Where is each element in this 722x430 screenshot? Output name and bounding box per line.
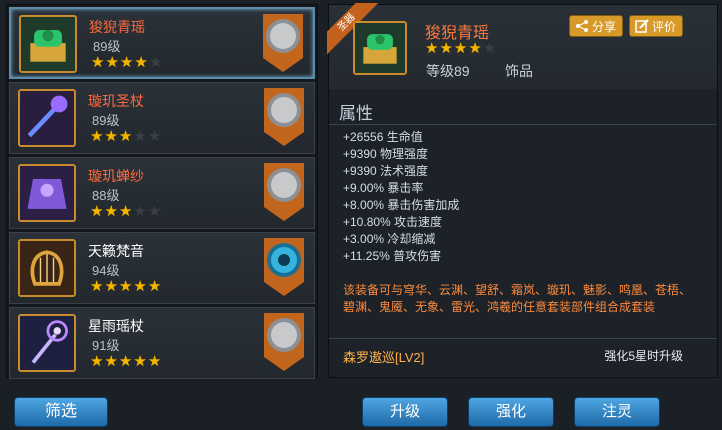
star-rating: ★★★★★ bbox=[425, 40, 497, 58]
list-item[interactable]: 天籁梵音 94级 ★★★★★ bbox=[9, 232, 315, 304]
hero-portrait-badge bbox=[261, 12, 305, 74]
review-button[interactable]: 评价 bbox=[629, 15, 683, 37]
set-upgrade-condition: 强化5星时升级 bbox=[604, 349, 683, 363]
staff-icon bbox=[18, 89, 76, 147]
star-filled-icon: ★ bbox=[104, 278, 118, 295]
equipment-detail-panel: 圣器 狻猊青瑶 ★★★★★ 等级89 饰品 分享 评价 属性 +26556 生命… bbox=[327, 3, 718, 378]
enhance-button[interactable]: 强化 bbox=[468, 397, 554, 427]
attribute-line: +9.00% 暴击率 bbox=[343, 181, 424, 195]
item-name: 星雨瑶杖 bbox=[88, 318, 144, 334]
star-filled-icon: ★ bbox=[468, 40, 482, 57]
star-empty-icon: ★ bbox=[133, 203, 147, 220]
star-rating: ★★★★★ bbox=[91, 54, 163, 71]
filter-button[interactable]: 筛选 bbox=[14, 397, 108, 427]
star-filled-icon: ★ bbox=[453, 40, 468, 57]
attribute-line: +8.00% 暴击伤害加成 bbox=[343, 198, 460, 212]
star-filled-icon: ★ bbox=[104, 203, 118, 220]
detail-header: 圣器 狻猊青瑶 ★★★★★ 等级89 饰品 分享 评价 bbox=[327, 3, 717, 89]
jade-box-icon bbox=[353, 21, 407, 75]
star-filled-icon: ★ bbox=[147, 278, 162, 295]
star-filled-icon: ★ bbox=[90, 128, 104, 145]
star-filled-icon: ★ bbox=[439, 40, 453, 57]
star-filled-icon: ★ bbox=[105, 54, 119, 71]
hero-portrait-badge bbox=[262, 86, 306, 148]
star-filled-icon: ★ bbox=[147, 353, 162, 370]
star-filled-icon: ★ bbox=[90, 203, 104, 220]
star-rating: ★★★★★ bbox=[90, 128, 162, 145]
set-bonus-row: 森罗遨巡[LV2] 强化5星时升级 bbox=[329, 338, 717, 369]
share-icon bbox=[576, 20, 588, 32]
star-rating: ★★★★★ bbox=[90, 278, 162, 295]
star-filled-icon: ★ bbox=[104, 128, 118, 145]
star-empty-icon: ★ bbox=[133, 128, 147, 145]
attributes-title: 属性 bbox=[339, 104, 373, 123]
silk-robe-icon bbox=[18, 164, 76, 222]
set-name: 森罗遨巡[LV2] bbox=[343, 350, 425, 365]
star-rating: ★★★★★ bbox=[90, 203, 162, 220]
equipment-level: 等级89 bbox=[426, 63, 470, 79]
star-filled-icon: ★ bbox=[118, 353, 133, 370]
star-filled-icon: ★ bbox=[91, 54, 105, 71]
attribute-line: +10.80% 攻击速度 bbox=[343, 215, 443, 229]
item-name: 狻猊青瑶 bbox=[89, 19, 145, 35]
star-filled-icon: ★ bbox=[119, 54, 134, 71]
attribute-list: +26556 生命值 +9390 物理强度 +9390 法术强度 +9.00% … bbox=[343, 129, 459, 265]
review-label: 评价 bbox=[652, 20, 677, 34]
infuse-spirit-button[interactable]: 注灵 bbox=[574, 397, 660, 427]
item-level: 89级 bbox=[93, 39, 121, 54]
hero-portrait-badge bbox=[262, 236, 306, 298]
list-item[interactable]: 狻猊青瑶 89级 ★★★★★ bbox=[9, 7, 315, 79]
jade-box-icon bbox=[19, 15, 77, 73]
star-filled-icon: ★ bbox=[133, 353, 147, 370]
star-rating: ★★★★★ bbox=[90, 353, 162, 370]
item-level: 88级 bbox=[92, 188, 120, 203]
list-item[interactable]: 璇玑圣杖 89级 ★★★★★ bbox=[9, 82, 315, 154]
star-filled-icon: ★ bbox=[104, 353, 118, 370]
star-filled-icon: ★ bbox=[90, 353, 104, 370]
star-filled-icon: ★ bbox=[134, 54, 148, 71]
hero-portrait-badge bbox=[262, 161, 306, 223]
attribute-line: +26556 生命值 bbox=[343, 130, 423, 144]
attribute-line: +9390 法术强度 bbox=[343, 164, 429, 178]
item-name: 璇玑圣杖 bbox=[88, 93, 144, 109]
share-label: 分享 bbox=[592, 20, 617, 34]
item-level: 91级 bbox=[92, 338, 120, 353]
star-filled-icon: ★ bbox=[133, 278, 147, 295]
star-empty-icon: ★ bbox=[482, 40, 497, 57]
star-filled-icon: ★ bbox=[118, 203, 133, 220]
star-empty-icon: ★ bbox=[147, 203, 162, 220]
upgrade-button[interactable]: 升级 bbox=[362, 397, 448, 427]
star-filled-icon: ★ bbox=[118, 278, 133, 295]
edit-icon bbox=[635, 19, 649, 33]
attribute-line: +9390 物理强度 bbox=[343, 147, 429, 161]
item-level: 94级 bbox=[92, 263, 120, 278]
list-item[interactable]: 星雨瑶杖 91级 ★★★★★ bbox=[9, 307, 315, 379]
equipment-type: 饰品 bbox=[505, 63, 533, 79]
item-name: 天籁梵音 bbox=[88, 243, 144, 259]
hero-portrait-badge bbox=[262, 311, 306, 373]
star-filled-icon: ★ bbox=[425, 40, 439, 57]
star-staff-icon bbox=[18, 314, 76, 372]
divider bbox=[329, 124, 717, 125]
star-filled-icon: ★ bbox=[118, 128, 133, 145]
attribute-line: +11.25% 普攻伤害 bbox=[343, 249, 442, 263]
star-empty-icon: ★ bbox=[147, 128, 162, 145]
lyre-icon bbox=[18, 239, 76, 297]
star-filled-icon: ★ bbox=[90, 278, 104, 295]
star-empty-icon: ★ bbox=[148, 54, 163, 71]
item-level: 89级 bbox=[92, 113, 120, 128]
attribute-line: +3.00% 冷却缩减 bbox=[343, 232, 436, 246]
equipment-list: 狻猊青瑶 89级 ★★★★★ 璇玑圣杖 89级 ★★★★★ 璇玑蝉纱 88级 ★… bbox=[6, 4, 318, 379]
share-button[interactable]: 分享 bbox=[569, 15, 623, 37]
item-name: 璇玑蝉纱 bbox=[88, 168, 144, 184]
list-item[interactable]: 璇玑蝉纱 88级 ★★★★★ bbox=[9, 157, 315, 229]
set-description: 该装备可与穹华、云渊、望舒、霜岚、璇玑、魅影、鸣凰、苍梧、碧渊、鬼魇、无象、雷光… bbox=[343, 283, 692, 314]
